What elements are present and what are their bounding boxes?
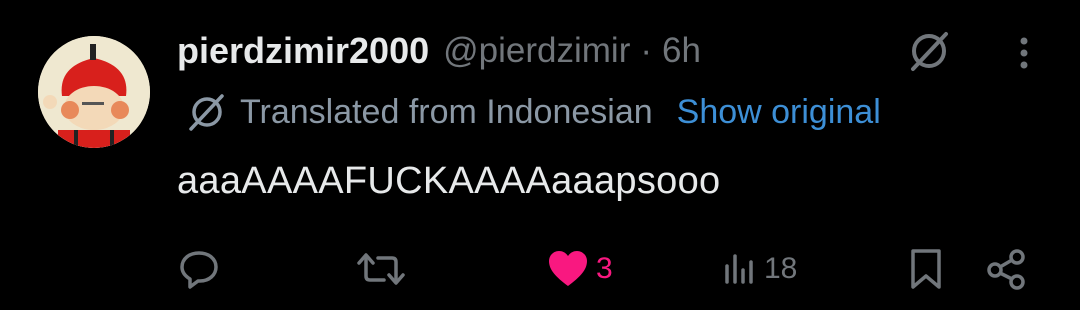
tweet-text: aaaAAAAFUCKAAAAaaapsooo — [177, 160, 721, 202]
views-button[interactable]: 18 — [722, 246, 797, 292]
more-icon[interactable] — [1010, 34, 1038, 74]
like-button[interactable]: 3 — [546, 246, 613, 292]
like-count: 3 — [596, 252, 613, 285]
user-handle[interactable]: @pierdzimir — [443, 31, 630, 71]
share-button[interactable] — [984, 246, 1030, 292]
retweet-button[interactable] — [356, 246, 406, 292]
views-icon — [722, 246, 758, 292]
avatar[interactable] — [38, 36, 150, 148]
view-count: 18 — [764, 252, 798, 285]
grok-icon[interactable] — [904, 26, 954, 76]
separator-dot: · — [640, 31, 653, 70]
display-name[interactable]: pierdzimir2000 — [177, 30, 429, 72]
share-icon — [984, 246, 1030, 292]
translated-label: Translated from Indonesian — [240, 92, 653, 131]
reply-icon — [176, 246, 222, 292]
heart-icon — [546, 247, 590, 291]
reply-button[interactable] — [176, 246, 222, 292]
bookmark-icon — [906, 246, 946, 292]
translation-notice: Translated from Indonesian Show original — [184, 90, 881, 134]
show-original-link[interactable]: Show original — [677, 93, 881, 132]
timestamp[interactable]: 6h — [662, 31, 701, 71]
translate-icon — [184, 89, 230, 135]
tweet-header: pierdzimir2000 @pierdzimir · 6h — [177, 28, 701, 74]
retweet-icon — [356, 246, 406, 292]
bookmark-button[interactable] — [906, 246, 946, 292]
